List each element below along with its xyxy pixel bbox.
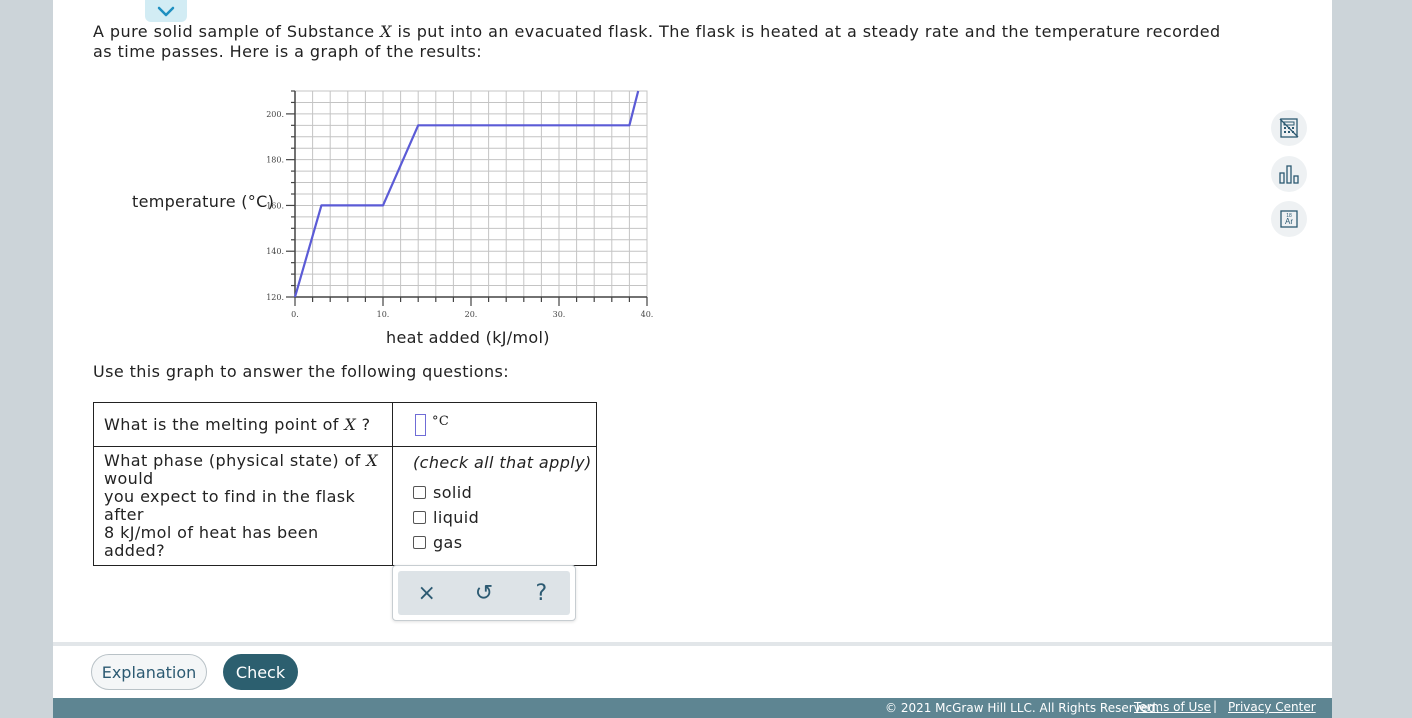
solid-checkbox[interactable] — [413, 486, 426, 499]
x-tick-label: 10. — [377, 310, 390, 319]
q2-line-2: you expect to find in the flask after — [104, 487, 356, 524]
x-axis-label-text: heat added (kJ/mol) — [386, 328, 550, 347]
question-1: What is the melting point of X ? — [93, 402, 393, 447]
y-tick-label: 180. — [266, 156, 284, 165]
terms-of-use-link[interactable]: Terms of Use — [1134, 700, 1211, 714]
chart-grid — [294, 90, 648, 298]
q2-line-3: 8 kJ/mol of heat has been added? — [104, 523, 319, 560]
calculator-icon — [1279, 118, 1299, 138]
question-row-2: What phase (physical state) of X would y… — [93, 446, 597, 566]
celsius-unit: °C — [432, 413, 450, 429]
x-tick-label: 40. — [641, 310, 654, 319]
clear-button[interactable]: × — [407, 581, 447, 606]
answer-2-cell: (check all that apply) solid liquid gas — [392, 446, 597, 566]
question-2: What phase (physical state) of X would y… — [93, 446, 393, 566]
question-table: What is the melting point of X ? °C What… — [93, 402, 597, 566]
x-tick-label: 20. — [465, 310, 478, 319]
y-tick-label: 200. — [266, 110, 284, 119]
question-prompt: Use this graph to answer the following q… — [93, 362, 510, 381]
x-axis-label: heat added (kJ/mol) — [386, 328, 550, 347]
gas-label: gas — [433, 533, 463, 552]
periodic-element-icon: Ar 18 — [1280, 210, 1298, 228]
intro-text-1: A pure solid sample of Substance — [93, 22, 381, 41]
liquid-label: liquid — [433, 508, 480, 527]
toolbox-inner: × ↺ ? — [398, 571, 570, 615]
heating-curve-chart: 0. 10. 20. 30. 40.120.140.160.180.200. — [266, 90, 654, 319]
y-axis-label-text: temperature (°C) — [132, 192, 275, 211]
q1-variable: X — [344, 415, 357, 434]
option-solid[interactable]: solid — [413, 480, 596, 505]
copyright-text: © 2021 McGraw Hill LLC. All Rights Reser… — [885, 701, 1160, 715]
y-tick-label: 120. — [266, 293, 284, 302]
q2-text: What phase (physical state) of — [104, 451, 367, 470]
melting-point-input[interactable] — [415, 413, 426, 436]
check-all-hint: (check all that apply) — [413, 453, 592, 472]
collapse-tab[interactable] — [145, 0, 187, 22]
y-tick-label: 140. — [266, 247, 284, 256]
solid-label: solid — [433, 483, 473, 502]
gas-checkbox[interactable] — [413, 536, 426, 549]
periodic-table-button[interactable]: Ar 18 — [1271, 201, 1307, 237]
answer-toolbox: × ↺ ? — [392, 565, 576, 621]
option-liquid[interactable]: liquid — [413, 505, 596, 530]
q1-text-end: ? — [356, 415, 371, 434]
svg-text:18: 18 — [1286, 213, 1292, 219]
liquid-checkbox[interactable] — [413, 511, 426, 524]
substance-variable: X — [380, 22, 392, 41]
bar-chart-icon — [1279, 165, 1299, 184]
data-button[interactable] — [1271, 156, 1307, 192]
y-axis-label: temperature (°C) — [132, 192, 274, 211]
undo-button[interactable]: ↺ — [464, 581, 504, 606]
answer-1-cell: °C — [392, 402, 597, 447]
q1-text: What is the melting point of — [104, 415, 345, 434]
privacy-center-link[interactable]: Privacy Center — [1228, 700, 1316, 714]
chevron-down-icon — [157, 6, 175, 17]
x-tick-label: 0. — [291, 310, 299, 319]
q2-line-1: What phase (physical state) of X would — [104, 452, 382, 488]
explanation-button[interactable]: Explanation — [91, 654, 207, 690]
check-button[interactable]: Check — [223, 654, 298, 690]
x-tick-label: 30. — [553, 310, 566, 319]
help-button[interactable]: ? — [521, 581, 561, 606]
option-gas[interactable]: gas — [413, 530, 596, 555]
footer-separator: | — [1213, 699, 1218, 713]
q2-text-end: would — [104, 469, 154, 488]
q2-variable: X — [366, 451, 378, 470]
problem-statement: A pure solid sample of Substance X is pu… — [93, 22, 1233, 62]
footer-bar: © 2021 McGraw Hill LLC. All Rights Reser… — [53, 698, 1332, 718]
calculator-button[interactable] — [1271, 110, 1307, 146]
question-row-1: What is the melting point of X ? °C — [93, 402, 597, 447]
main-panel — [53, 0, 1332, 718]
